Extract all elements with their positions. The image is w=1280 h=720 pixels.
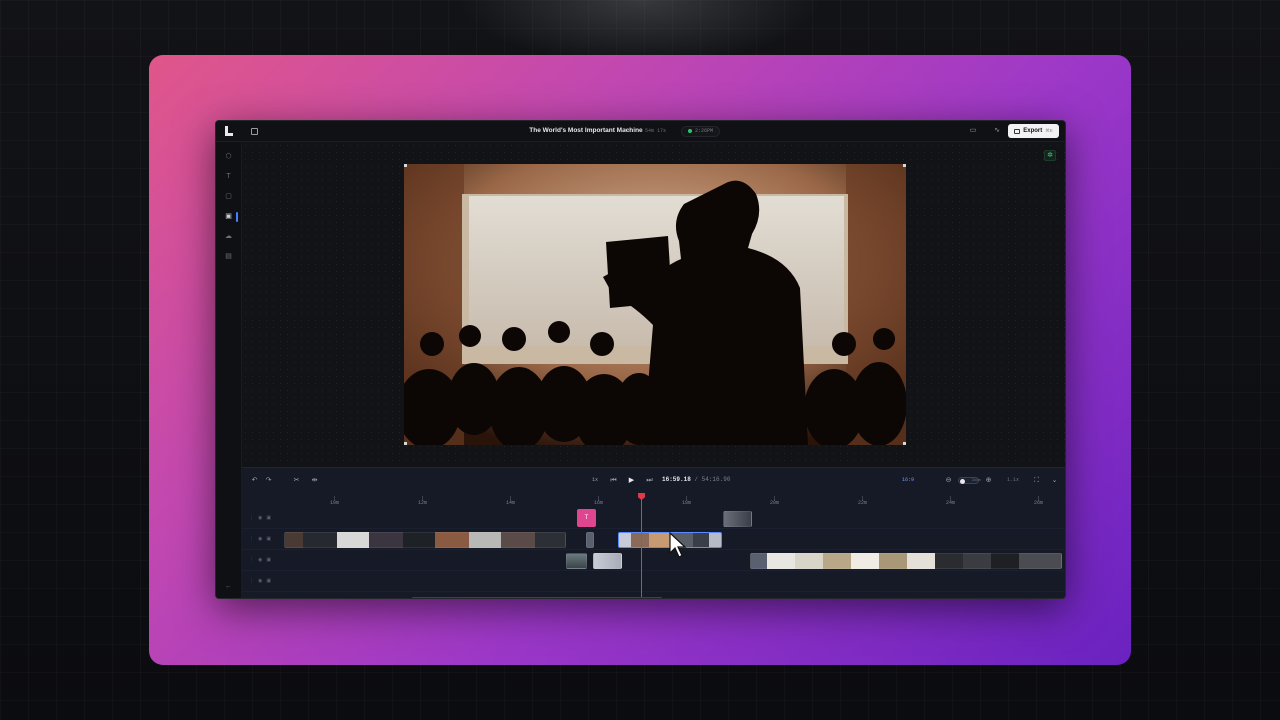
timecode-current: 16:59.18 xyxy=(662,476,691,483)
ruler-label: 16m xyxy=(594,500,604,506)
sidebar-toggle-icon[interactable] xyxy=(251,128,258,135)
text-icon[interactable]: T xyxy=(224,172,233,181)
export-button[interactable]: Export ⌘E xyxy=(1008,124,1059,138)
resize-handle[interactable] xyxy=(404,442,407,445)
track-controls[interactable]: ⋮◉▣ xyxy=(249,536,279,544)
zoom-value: 1.1x xyxy=(1007,477,1020,483)
monitor-icon[interactable]: ▭ xyxy=(969,127,977,135)
title-clip[interactable]: T xyxy=(577,509,596,527)
status-dot-icon xyxy=(688,128,692,133)
playback-speed[interactable]: 1x xyxy=(592,477,598,483)
skip-forward-icon[interactable]: ⏭ xyxy=(645,476,654,485)
zoom-in-icon[interactable]: ⊕ xyxy=(984,476,993,485)
timecode-total: / 54:16.90 xyxy=(694,476,731,483)
cube-icon[interactable]: ⬡ xyxy=(224,152,233,161)
ruler-label: 12m xyxy=(418,500,428,506)
skip-back-icon[interactable]: ⏮ xyxy=(609,476,618,485)
video-frame-image xyxy=(404,164,906,445)
video-clip[interactable] xyxy=(593,553,622,569)
timeline-panel: ↶ ↷ ✂ ⇹ 1x ⏮ ▶ ⏭ 16:59.18 / 54:16.90 16:… xyxy=(242,467,1065,598)
ruler-label: 18m xyxy=(682,500,692,506)
zoom-knob[interactable] xyxy=(960,478,965,484)
zoom-label: Zoom xyxy=(972,478,981,482)
video-clip[interactable] xyxy=(750,553,1062,569)
ruler-label: 14m xyxy=(506,500,516,506)
resize-handle[interactable] xyxy=(903,442,906,445)
redo-icon[interactable]: ↷ xyxy=(264,476,273,485)
ruler-label: 24m xyxy=(946,500,956,506)
playhead[interactable] xyxy=(641,493,642,598)
export-icon xyxy=(1014,128,1021,134)
left-rail: ⬡ T ▢ ▣ ☁ ▤ ← xyxy=(216,142,242,598)
ruler-label: 10m xyxy=(330,500,340,506)
ruler-label: 26m xyxy=(1034,500,1044,506)
app-logo-icon[interactable] xyxy=(225,126,233,136)
timeline-ruler[interactable]: 10m 12m 14m 16m 18m 20m 22m 24m 26m xyxy=(284,493,1065,507)
chevron-down-icon[interactable]: ⌄ xyxy=(1050,476,1059,485)
split-icon[interactable]: ⇹ xyxy=(310,476,319,485)
track-controls[interactable]: ⋮◉▣ xyxy=(249,515,279,523)
rail-active-indicator xyxy=(236,212,238,222)
canvas-area: ✲ xyxy=(242,142,1065,467)
timecode: 16:59.18 / 54:16.90 xyxy=(662,476,730,483)
resize-handle[interactable] xyxy=(903,164,906,167)
export-label: Export xyxy=(1023,128,1043,134)
status-pill: 2:26PM xyxy=(681,126,721,137)
mouse-cursor-icon xyxy=(669,532,687,558)
layout-icon[interactable]: ▤ xyxy=(224,252,233,261)
video-clip[interactable] xyxy=(284,532,566,548)
cloud-icon[interactable]: ☁ xyxy=(224,232,233,241)
undo-icon[interactable]: ↶ xyxy=(250,476,259,485)
aspect-ratio[interactable]: 16:9 xyxy=(902,477,914,483)
collapse-icon[interactable]: ← xyxy=(224,582,233,591)
video-clip[interactable] xyxy=(723,511,752,527)
media-active-icon[interactable]: ▣ xyxy=(224,212,233,221)
editor-window: The World's Most Important Machine 16:9 … xyxy=(215,120,1066,599)
play-icon[interactable]: ▶ xyxy=(627,476,636,485)
track-row: ⋮◉▣ xyxy=(242,530,1065,550)
ruler-label: 20m xyxy=(770,500,780,506)
media-icon[interactable]: ▢ xyxy=(224,192,233,201)
track-row: ⋮◉▣ T xyxy=(242,509,1065,529)
top-bar: The World's Most Important Machine 16:9 … xyxy=(216,121,1065,142)
timeline-scrollbar[interactable] xyxy=(412,597,662,598)
export-shortcut: ⌘E xyxy=(1045,128,1053,133)
resize-handle[interactable] xyxy=(404,164,407,167)
magic-tool-icon[interactable]: ✲ xyxy=(1044,150,1056,161)
track-row: ⋮◉▣ xyxy=(242,551,1065,571)
ruler-label: 22m xyxy=(858,500,868,506)
video-clip[interactable] xyxy=(586,532,594,548)
scissors-icon[interactable]: ✂ xyxy=(292,476,301,485)
track-row: ⋮◉▣ xyxy=(242,572,1065,592)
video-clip[interactable] xyxy=(566,553,587,569)
fullscreen-icon[interactable]: ⛶ xyxy=(1032,476,1041,485)
activity-icon[interactable]: ∿ xyxy=(993,127,1001,135)
track-controls[interactable]: ⋮◉▣ xyxy=(249,557,279,565)
timeline-toolbar: ↶ ↷ ✂ ⇹ 1x ⏮ ▶ ⏭ 16:59.18 / 54:16.90 16:… xyxy=(242,468,1065,493)
status-pill-label: 2:26PM xyxy=(695,128,714,134)
video-preview[interactable] xyxy=(404,164,906,445)
track-controls[interactable]: ⋮◉▣ xyxy=(249,578,279,586)
zoom-out-icon[interactable]: ⊖ xyxy=(944,476,953,485)
project-meta: 16:9 · 54m 17s xyxy=(624,128,667,134)
